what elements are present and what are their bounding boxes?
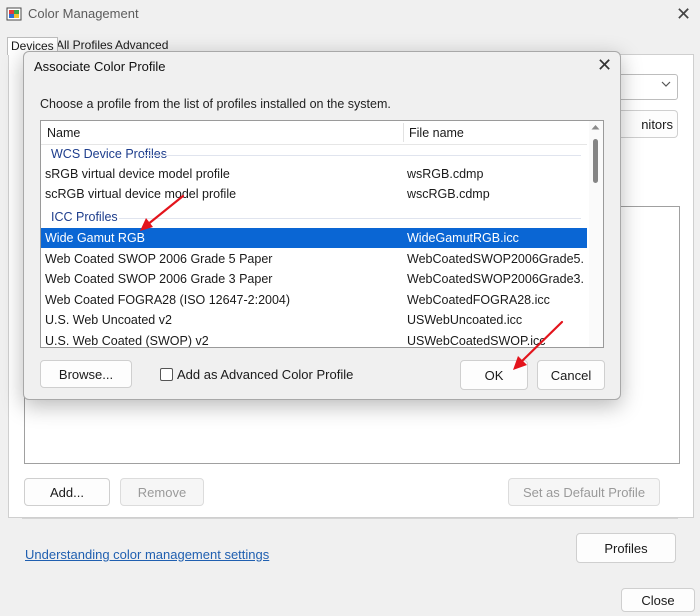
column-header-file-name[interactable]: File name xyxy=(409,126,464,140)
window-title: Color Management xyxy=(28,6,139,21)
group-divider xyxy=(143,155,581,156)
profile-name: Web Coated FOGRA28 (ISO 12647-2:2004) xyxy=(45,293,291,307)
profile-file: WideGamutRGB.icc xyxy=(407,231,519,245)
set-default-profile-button[interactable]: Set as Default Profile xyxy=(508,478,660,506)
profile-name: sRGB virtual device model profile xyxy=(45,167,230,181)
ok-button[interactable]: OK xyxy=(460,360,528,390)
list-item[interactable]: scRGB virtual device model profile wscRG… xyxy=(41,184,587,204)
profile-file: WebCoatedSWOP2006Grade3... xyxy=(407,272,583,286)
close-button[interactable]: Close xyxy=(621,588,695,612)
group-label: WCS Device Profiles xyxy=(51,147,167,161)
column-divider[interactable] xyxy=(403,123,404,142)
scrollbar-thumb[interactable] xyxy=(593,139,598,183)
list-item[interactable]: U.S. Web Uncoated v2 USWebUncoated.icc xyxy=(41,310,587,330)
help-link[interactable]: Understanding color management settings xyxy=(25,547,269,562)
profile-name: Wide Gamut RGB xyxy=(45,231,146,245)
remove-button[interactable]: Remove xyxy=(120,478,204,506)
window-close-icon[interactable]: ✕ xyxy=(676,4,691,25)
profile-file: wscRGB.cdmp xyxy=(407,187,490,201)
list-item-selected[interactable]: Wide Gamut RGB WideGamutRGB.icc xyxy=(41,228,587,248)
dialog-close-icon[interactable]: ✕ xyxy=(597,55,612,76)
color-management-icon xyxy=(6,7,22,21)
profile-name: Web Coated SWOP 2006 Grade 3 Paper xyxy=(45,272,273,286)
profile-name: Web Coated SWOP 2006 Grade 5 Paper xyxy=(45,252,273,266)
list-header: Name File name xyxy=(41,121,587,145)
dialog-instructions: Choose a profile from the list of profil… xyxy=(40,97,391,111)
divider xyxy=(22,518,678,519)
group-label: ICC Profiles xyxy=(51,210,118,224)
add-button[interactable]: Add... xyxy=(24,478,110,506)
profile-file: WebCoatedFOGRA28.icc xyxy=(407,293,550,307)
dialog-title: Associate Color Profile xyxy=(34,59,166,74)
list-item[interactable]: Web Coated SWOP 2006 Grade 5 Paper WebCo… xyxy=(41,249,587,269)
profile-name: U.S. Web Coated (SWOP) v2 xyxy=(45,334,209,348)
browse-button[interactable]: Browse... xyxy=(40,360,132,388)
advanced-profile-checkbox[interactable] xyxy=(160,368,173,381)
column-header-name[interactable]: Name xyxy=(47,126,80,140)
profile-file: USWebUncoated.icc xyxy=(407,313,523,327)
advanced-profile-checkbox-label[interactable]: Add as Advanced Color Profile xyxy=(177,367,353,382)
list-item[interactable]: Web Coated FOGRA28 (ISO 12647-2:2004) We… xyxy=(41,290,587,310)
list-item[interactable]: Web Coated SWOP 2006 Grade 3 Paper WebCo… xyxy=(41,269,587,289)
profile-name: U.S. Web Uncoated v2 xyxy=(45,313,172,327)
profiles-button[interactable]: Profiles xyxy=(576,533,676,563)
profile-name: scRGB virtual device model profile xyxy=(45,187,237,201)
profile-file: wsRGB.cdmp xyxy=(407,167,484,181)
scroll-up-arrow-icon[interactable] xyxy=(591,124,600,130)
associate-color-profile-dialog: Associate Color Profile ✕ Choose a profi… xyxy=(23,51,621,400)
group-wcs-device-profiles: WCS Device Profiles xyxy=(41,144,587,164)
list-item[interactable]: sRGB virtual device model profile wsRGB.… xyxy=(41,164,587,184)
profile-file: WebCoatedSWOP2006Grade5... xyxy=(407,252,583,266)
group-icc-profiles: ICC Profiles xyxy=(41,207,587,227)
chevron-down-icon xyxy=(661,81,671,87)
list-item[interactable]: U.S. Web Coated (SWOP) v2 USWebCoatedSWO… xyxy=(41,331,587,348)
cancel-button[interactable]: Cancel xyxy=(537,360,605,390)
group-divider xyxy=(119,218,581,219)
profile-list[interactable]: Name File name WCS Device Profiles sRGB … xyxy=(40,120,604,348)
profile-file: USWebCoatedSWOP.icc xyxy=(407,334,546,348)
